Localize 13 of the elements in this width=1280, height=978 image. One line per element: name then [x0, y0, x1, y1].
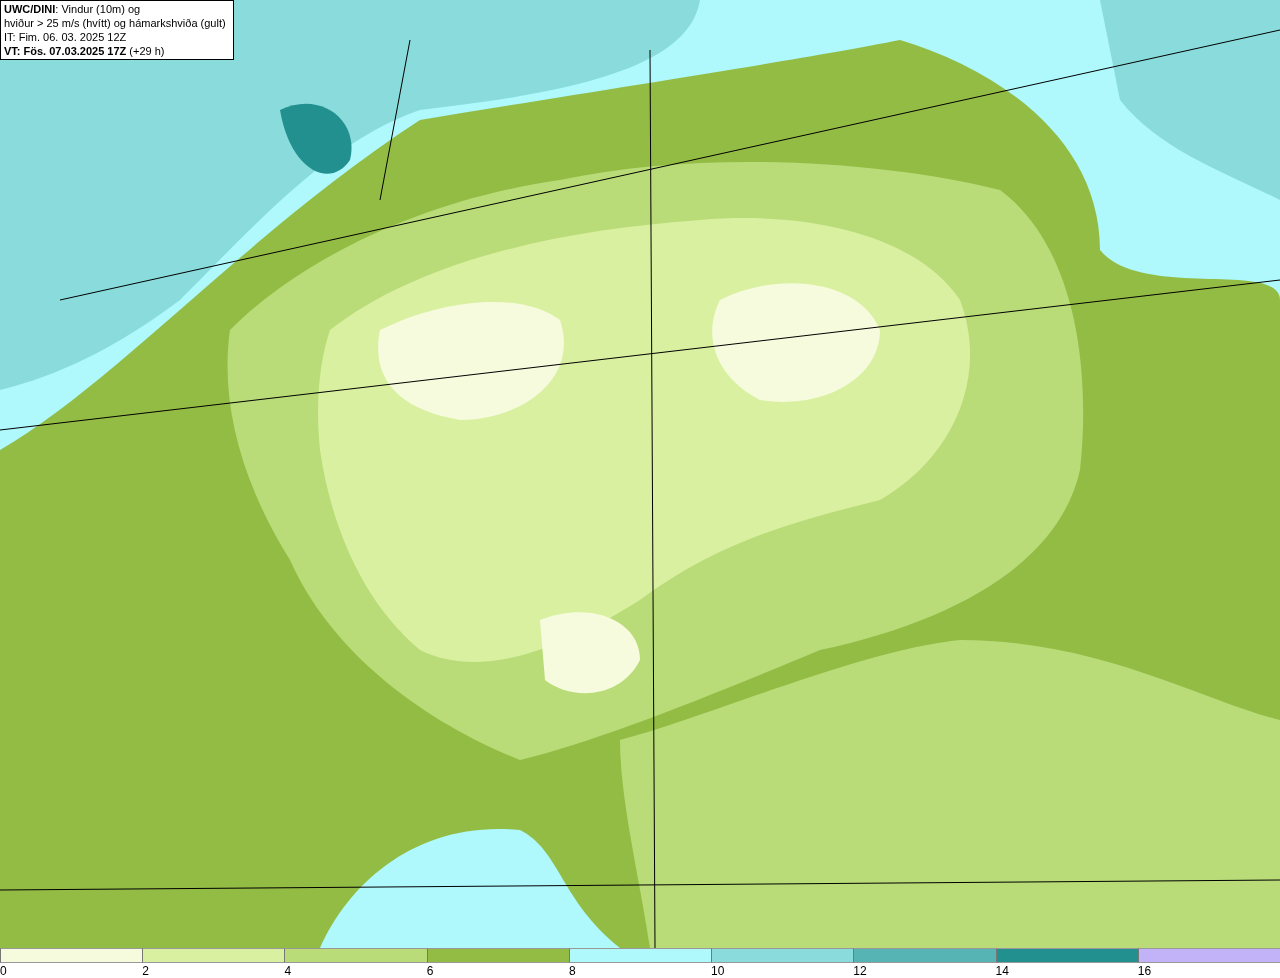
legend-label: 14: [995, 964, 1009, 978]
legend-label: 6: [426, 964, 434, 978]
legend-label: 8: [568, 964, 576, 978]
legend-label: 4: [284, 964, 292, 978]
legend-label: 2: [142, 964, 149, 978]
title-line: VT: Fös. 07.03.2025 17Z (+29 h): [4, 44, 166, 58]
legend-label: 16: [1137, 964, 1152, 978]
title-line: IT: Fim. 06. 03. 2025 12Z: [4, 30, 128, 44]
title-line: UWC/DINI: Vindur (10m) og: [4, 2, 142, 16]
legend-label: 10: [711, 964, 725, 978]
legend-label: 12: [853, 964, 867, 978]
legend-label: 0: [0, 964, 7, 978]
title-line: hviður > 25 m/s (hvítt) og hámarkshviða (gult): [4, 16, 227, 30]
